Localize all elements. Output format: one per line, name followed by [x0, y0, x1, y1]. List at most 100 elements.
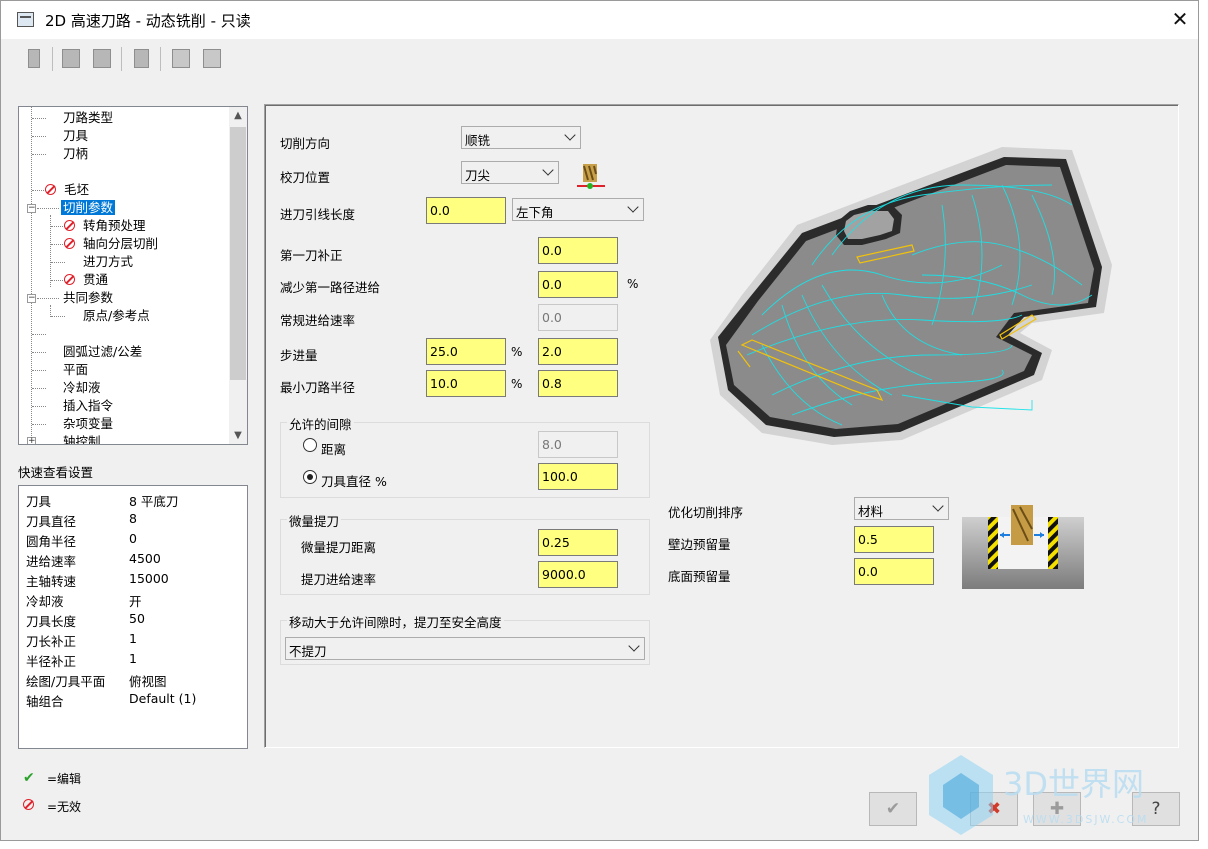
reduce-first-feed-label: 减少第一路径进给: [280, 280, 381, 295]
scroll-thumb[interactable]: [230, 127, 246, 380]
tree-item-tool[interactable]: 刀具: [63, 127, 88, 145]
tree-dash: [32, 190, 46, 191]
tree-item-coolant[interactable]: 冷却液: [63, 379, 101, 397]
tool-position-select[interactable]: 刀尖: [461, 161, 559, 184]
retract-title: 移动大于允许间隙时，提刀至安全高度: [287, 612, 504, 631]
tool-diameter-field[interactable]: 100.0: [538, 463, 618, 490]
tree-dash: [51, 262, 65, 263]
tree-dash: [51, 244, 65, 245]
expand-icon[interactable]: +: [27, 437, 36, 444]
tree-item-holder[interactable]: 刀柄: [63, 145, 88, 163]
tree-dash: [32, 334, 46, 335]
min-radius-value-field[interactable]: 0.8: [538, 370, 618, 397]
scroll-down-icon[interactable]: ▼: [229, 427, 247, 444]
tree-dash: [32, 352, 46, 353]
tree-item-break-through[interactable]: 贯通: [64, 271, 108, 289]
tree-item-path-type[interactable]: 刀路类型: [63, 109, 113, 127]
tree-dash: [32, 424, 46, 425]
wall-stock-label: 壁边预留量: [668, 537, 731, 552]
save-as-icon-button[interactable]: [89, 46, 115, 72]
tree-item-depth-cuts[interactable]: 轴向分层切削: [64, 235, 158, 253]
save-icon-button[interactable]: [58, 46, 84, 72]
chevron-down-icon: [628, 640, 640, 652]
tool-diameter-radio[interactable]: [303, 470, 317, 484]
preview-icon-button[interactable]: [168, 46, 194, 72]
micro-lift-feed-field[interactable]: 9000.0: [538, 561, 618, 588]
stepover-percent-field[interactable]: 25.0: [426, 338, 506, 365]
collapse-icon[interactable]: −: [27, 204, 36, 213]
reduce-first-feed-field[interactable]: 0.0: [538, 271, 618, 298]
stepover-value-field[interactable]: 2.0: [538, 338, 618, 365]
cancel-button[interactable]: ✖: [970, 792, 1018, 826]
invalid-icon: [64, 220, 75, 231]
toolbar-separator: [52, 47, 53, 71]
distance-radio[interactable]: [303, 438, 317, 452]
cut-direction-label: 切削方向: [280, 136, 331, 151]
tree-item-misc-values[interactable]: 杂项变量: [63, 415, 113, 433]
close-button[interactable]: ✕: [1163, 1, 1197, 39]
tree-dash: [51, 316, 65, 317]
help-button[interactable]: ?: [1132, 792, 1180, 826]
percent-unit: %: [511, 345, 523, 359]
legend-invalid-label: =无效: [47, 800, 82, 814]
toolbar-separator: [160, 47, 161, 71]
tree-item-entry-method[interactable]: 进刀方式: [83, 253, 133, 271]
tool-icon-button[interactable]: [21, 46, 47, 72]
tree-item-arc-filter[interactable]: 圆弧过滤/公差: [63, 343, 142, 361]
micro-lift-feed-label: 提刀进给速率: [301, 572, 377, 587]
invalid-icon: [45, 184, 56, 195]
wall-stock-field[interactable]: 0.5: [854, 526, 934, 553]
tree-dash: [37, 298, 59, 299]
quick-view-list: 刀具 8 平底刀 刀具直径 8 圆角半径 0 进给速率 4500 主轴转速 15000 冷…: [18, 485, 248, 749]
tree-scrollbar[interactable]: ▲ ▼: [229, 107, 247, 444]
micro-lift-title: 微量提刀: [287, 511, 342, 530]
chevron-down-icon: [542, 164, 554, 176]
optimize-order-select[interactable]: 材料: [854, 497, 949, 520]
floor-stock-field[interactable]: 0.0: [854, 558, 934, 585]
tree-item-corner-preprocess[interactable]: 转角预处理: [64, 217, 146, 235]
first-pass-offset-field[interactable]: 0.0: [538, 237, 618, 264]
tree-item-axis-control[interactable]: 轴控制: [63, 433, 101, 444]
tree-item-cut-params[interactable]: 切削参数: [61, 199, 116, 217]
tree-item-stock[interactable]: 毛坯: [45, 181, 89, 199]
tool-tip-icon: [577, 164, 605, 189]
lead-in-length-label: 进刀引线长度: [280, 207, 356, 222]
stock-allowance-illustration: [962, 505, 1084, 589]
tree-item-home-ref[interactable]: 原点/参考点: [83, 307, 150, 325]
export-icon-button[interactable]: [199, 46, 225, 72]
chevron-down-icon: [932, 500, 944, 512]
ok-button[interactable]: ✔: [869, 792, 917, 826]
invalid-icon: [64, 238, 75, 249]
tree-item-planes[interactable]: 平面: [63, 361, 88, 379]
add-button[interactable]: ✚: [1033, 792, 1081, 826]
quick-view-title: 快速查看设置: [18, 465, 94, 480]
collapse-icon[interactable]: −: [27, 294, 36, 303]
floor-stock-label: 底面预留量: [668, 569, 731, 584]
tree-item-linking[interactable]: 共同参数: [63, 289, 113, 307]
lead-in-length-field[interactable]: 0.0: [426, 197, 506, 224]
tree-dash: [32, 154, 46, 155]
list-icon-button[interactable]: [129, 46, 155, 72]
percent-unit: %: [511, 377, 523, 391]
tree-dash: [32, 118, 46, 119]
lead-in-corner-select[interactable]: 左下角: [512, 198, 644, 221]
micro-lift-distance-field[interactable]: 0.25: [538, 529, 618, 556]
percent-unit: %: [627, 277, 639, 291]
optimize-order-label: 优化切削排序: [668, 505, 744, 520]
allowed-gap-title: 允许的间隙: [287, 414, 354, 433]
scroll-up-icon[interactable]: ▲: [229, 107, 247, 124]
invalid-icon: [64, 274, 75, 285]
cut-direction-select[interactable]: 顺铣: [461, 126, 581, 149]
normal-feed-label: 常规进给速率: [280, 313, 356, 328]
tree-dash: [32, 406, 46, 407]
tree-item-canned-text[interactable]: 插入指令: [63, 397, 113, 415]
tree-dash: [51, 226, 65, 227]
tree-dash: [32, 370, 46, 371]
distance-label: 距离: [321, 442, 347, 457]
invalid-icon: [23, 798, 39, 812]
check-icon: ✔: [23, 770, 35, 786]
min-radius-percent-field[interactable]: 10.0: [426, 370, 506, 397]
stepover-label: 步进量: [280, 348, 318, 363]
tree-dash: [51, 280, 65, 281]
retract-select[interactable]: 不提刀: [285, 637, 645, 660]
